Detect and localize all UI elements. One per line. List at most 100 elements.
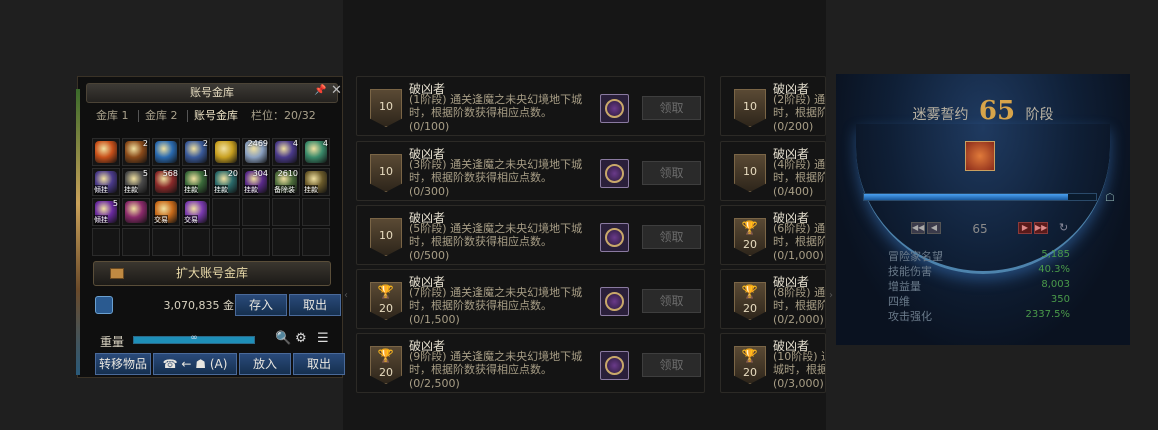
- close-icon[interactable]: ✕: [331, 83, 342, 98]
- achievement-desc: (7阶段) 通关逢魔之未央幻境地下城时，根据阶数获得相应点数。: [409, 286, 589, 312]
- next-page-icon[interactable]: ▶: [1018, 222, 1032, 234]
- empty-slot[interactable]: [242, 228, 270, 256]
- empty-slot[interactable]: [152, 228, 180, 256]
- pin-icon[interactable]: 📌: [314, 85, 326, 96]
- reward-emblem-icon[interactable]: [600, 351, 629, 380]
- item-count: 304: [252, 169, 268, 178]
- vault-item-slot[interactable]: 5 倾挂: [92, 198, 120, 226]
- vault-item-slot[interactable]: 交易: [152, 198, 180, 226]
- achievement-desc: (6阶段) 通关逢魔之未央幻境地下城时，根据阶数获得相应点数。: [773, 222, 825, 248]
- empty-slot[interactable]: [92, 228, 120, 256]
- empty-slot[interactable]: [182, 228, 210, 256]
- empty-slot[interactable]: [242, 198, 270, 226]
- empty-slot[interactable]: [272, 198, 300, 226]
- withdraw-button[interactable]: 取出: [289, 294, 341, 316]
- achievement-row: 10 破凶者 (3阶段) 通关逢魔之未央幻境地下城时，根据阶数获得相应点数。 (0/3…: [356, 141, 705, 201]
- vault-item-slot[interactable]: 交易: [182, 198, 210, 226]
- first-page-icon[interactable]: ◀◀: [911, 222, 925, 234]
- vault-item-slot[interactable]: [212, 138, 240, 166]
- item-tag: 交易: [154, 215, 168, 225]
- vault-item-slot[interactable]: 挂款: [302, 168, 330, 196]
- achievement-desc: (2阶段) 通关逢魔之未央幻境地下城时，根据阶数获得相应点数。: [773, 93, 825, 119]
- trophy-icon: 🏆: [741, 349, 759, 364]
- badge-points: 10: [379, 229, 393, 242]
- slot-count: 栏位：20/32: [251, 109, 316, 122]
- claim-button[interactable]: 领取: [642, 353, 701, 377]
- vault-item-slot[interactable]: [152, 138, 180, 166]
- claim-button[interactable]: 领取: [642, 225, 701, 249]
- list-icon[interactable]: ☰: [317, 331, 329, 346]
- badge-points: 10: [743, 100, 757, 113]
- empty-slot[interactable]: [212, 228, 240, 256]
- prev-page-icon[interactable]: ◀: [927, 222, 941, 234]
- claim-button[interactable]: 领取: [642, 161, 701, 185]
- deposit-button[interactable]: 存入: [235, 294, 287, 316]
- contract-reward-icon[interactable]: [965, 141, 995, 171]
- claim-button[interactable]: 领取: [642, 96, 701, 120]
- vault-item-slot[interactable]: 20 挂款: [212, 168, 240, 196]
- empty-slot[interactable]: [302, 198, 330, 226]
- vault-item-slot[interactable]: 5 挂款: [122, 168, 150, 196]
- refresh-icon[interactable]: ↻: [1059, 221, 1068, 234]
- item-tag: 挂款: [244, 185, 258, 195]
- vault-item-slot[interactable]: 2: [122, 138, 150, 166]
- achievement-desc: (1阶段) 通关逢魔之未央幻境地下城时，根据阶数获得相应点数。: [409, 93, 589, 119]
- vault-item-slot[interactable]: 304 挂款: [242, 168, 270, 196]
- vault-item-slot[interactable]: 568: [152, 168, 180, 196]
- reward-emblem-icon[interactable]: [600, 94, 629, 123]
- contract-progress-bar: [863, 193, 1097, 201]
- last-page-icon[interactable]: ▶▶: [1034, 222, 1048, 234]
- vault-item-slot[interactable]: 2610 备除装: [272, 168, 300, 196]
- gold-pouch-icon[interactable]: [95, 296, 113, 314]
- gear-icon[interactable]: ⚙: [295, 331, 307, 346]
- item-count: 2610: [277, 169, 298, 178]
- trophy-badge-icon: 🏆 20: [370, 346, 402, 384]
- expand-vault-button[interactable]: 扩大账号金库: [93, 261, 331, 286]
- trophy-icon: 🏆: [741, 221, 759, 236]
- badge-points: 20: [743, 366, 757, 379]
- claim-button[interactable]: 领取: [642, 289, 701, 313]
- vault-item-slot[interactable]: 2: [182, 138, 210, 166]
- achievement-stage: (9阶段): [409, 350, 447, 363]
- achievement-progress: (0/1,000): [773, 249, 824, 262]
- achievement-stage: (2阶段): [773, 93, 811, 106]
- put-in-button[interactable]: 放入: [239, 353, 291, 375]
- item-tag: 挂款: [304, 185, 318, 195]
- shield-badge-icon: 10: [370, 89, 402, 127]
- tab-vault-1[interactable]: 金库 1: [96, 108, 129, 124]
- empty-slot[interactable]: [272, 228, 300, 256]
- item-count: 5: [142, 169, 148, 178]
- reward-emblem-icon[interactable]: [600, 159, 629, 188]
- vault-item-slot[interactable]: 4: [302, 138, 330, 166]
- item-tag: 备除装: [274, 185, 295, 195]
- empty-slot[interactable]: [212, 198, 240, 226]
- vault-item-slot[interactable]: 2469: [242, 138, 270, 166]
- trophy-badge-icon: 🏆 20: [370, 282, 402, 320]
- stat-label: 冒险家名望: [888, 250, 943, 263]
- empty-slot[interactable]: [302, 228, 330, 256]
- achievement-row: 10破凶者(2阶段) 通关逢魔之未央幻境地下城时，根据阶数获得相应点数。(0/2…: [720, 76, 826, 136]
- vault-item-slot[interactable]: [122, 198, 150, 226]
- vault-item-slot[interactable]: 4: [272, 138, 300, 166]
- empty-slot[interactable]: [122, 228, 150, 256]
- search-icon[interactable]: 🔍: [275, 331, 291, 346]
- panel-divider: ‹: [344, 290, 348, 301]
- transfer-shortcut-button[interactable]: ☎ ← ☗ (A): [153, 353, 237, 375]
- vault-item-slot[interactable]: 1 挂款: [182, 168, 210, 196]
- reward-emblem-icon[interactable]: [600, 223, 629, 252]
- trophy-badge-icon: 🏆 20: [734, 218, 766, 256]
- item-count: 4: [322, 139, 328, 148]
- item-count: 2: [142, 139, 148, 148]
- item-tag: 倾挂: [94, 185, 108, 195]
- info-icon[interactable]: ☖: [1105, 191, 1115, 204]
- tab-vault-2[interactable]: 金库 2: [145, 108, 178, 124]
- vault-item-slot[interactable]: [92, 138, 120, 166]
- vault-item-slot[interactable]: 倾挂: [92, 168, 120, 196]
- take-out-button[interactable]: 取出: [293, 353, 345, 375]
- emblem-core: [605, 164, 624, 183]
- achievement-stage: (10阶段): [773, 350, 818, 363]
- reward-emblem-icon[interactable]: [600, 287, 629, 316]
- stat-value: 8,003: [1041, 279, 1070, 290]
- tab-account-vault[interactable]: 账号金库: [194, 108, 238, 124]
- transfer-items-button[interactable]: 转移物品: [95, 353, 151, 375]
